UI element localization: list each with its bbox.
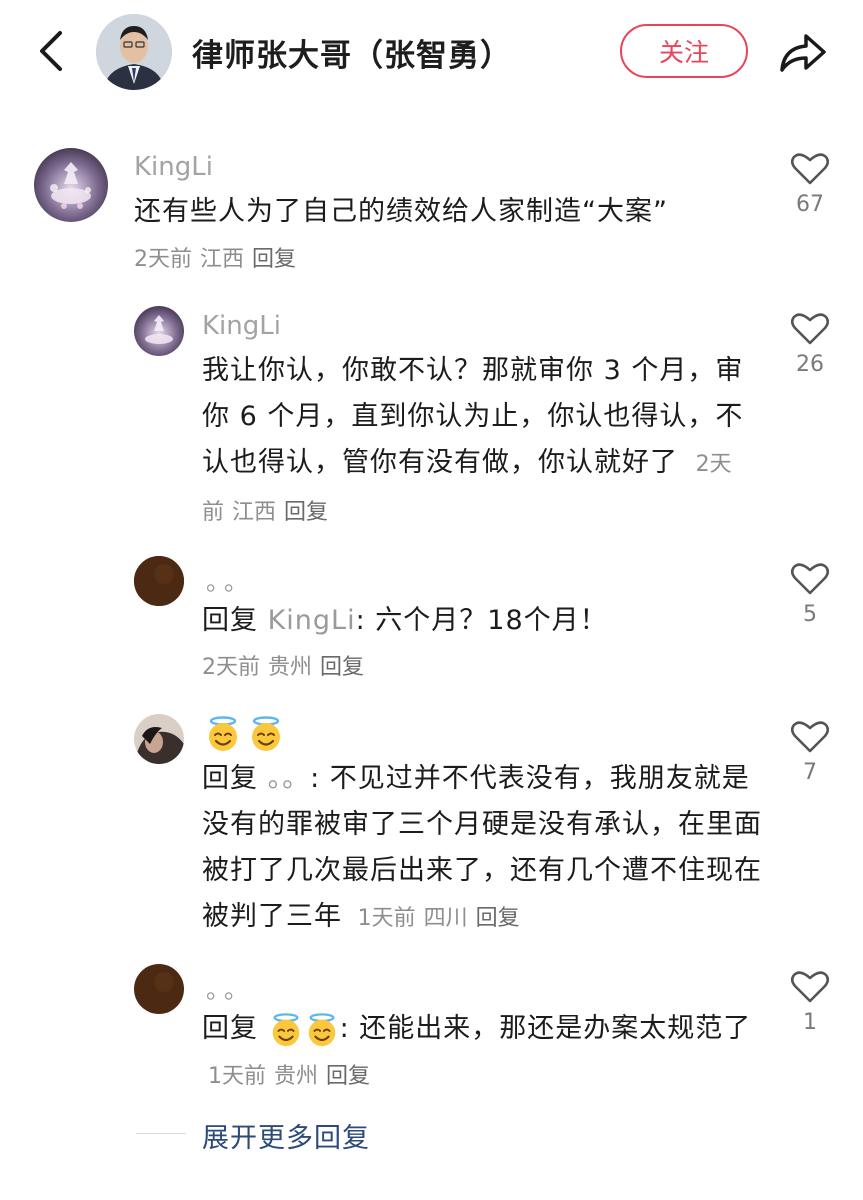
reply-prefix: 回复 (202, 763, 258, 794)
reply-to-username[interactable]: KingLi (268, 605, 356, 636)
back-button[interactable] (30, 27, 74, 75)
like-button[interactable]: 5 (780, 560, 840, 627)
comment-location: 贵州 (268, 655, 313, 680)
reply-button[interactable]: 回复 (476, 906, 520, 931)
reply-prefix: 回复 (202, 1013, 258, 1044)
comment-location: 四川 (423, 906, 468, 931)
comment-time: 2天前 (134, 247, 192, 272)
avatar-image (34, 148, 108, 222)
top-bar: 律师张大哥（张智勇） 关注 (0, 0, 863, 110)
comment-text: 回复 : 还能出来，那还是办案太规范了 1天前 贵州 回复 (202, 1006, 762, 1100)
like-button[interactable]: 1 (780, 968, 840, 1035)
user-avatar[interactable] (134, 964, 184, 1014)
comment-body: 我让你认，你敢不认？那就审你 3 个月，审你 6 个月，直到你认为止，你认也得认… (202, 355, 744, 478)
comment-time: 1天前 (357, 906, 416, 931)
comment-meta: 1天前 贵州 回复 (208, 1064, 378, 1089)
comment-meta: 1天前 四川 回复 (358, 906, 528, 931)
heart-icon (790, 313, 830, 345)
author-name: 律师张大哥（张智勇） (192, 38, 512, 74)
like-count: 5 (803, 602, 817, 627)
comment-time: 2天前 (202, 655, 260, 680)
expand-divider (136, 1133, 186, 1134)
comment-page: 律师张大哥（张智勇） 关注 KingLi 还有些人为了自己的绩效给人家制造“大案… (0, 0, 863, 1200)
comment-meta: 2天前 江西 回复 (134, 240, 304, 280)
comment-text: 回复 KingLi: 六个月？18个月！ (202, 598, 762, 644)
user-avatar[interactable] (34, 148, 108, 222)
comment-location: 江西 (200, 247, 245, 272)
comment-username[interactable]: 。。 (206, 562, 254, 597)
share-arrow-icon (780, 34, 826, 72)
chevron-left-icon (40, 31, 62, 71)
comment-username[interactable]: KingLi (134, 152, 213, 182)
comment-meta: 2天前 贵州 回复 (202, 648, 372, 688)
comment-time: 1天前 (208, 1064, 266, 1089)
reply-button[interactable]: 回复 (252, 247, 296, 272)
author-avatar[interactable] (96, 14, 172, 90)
comment-location: 贵州 (274, 1064, 319, 1089)
reply-button[interactable]: 回复 (326, 1064, 370, 1089)
share-button[interactable] (778, 28, 828, 76)
heart-icon (790, 563, 830, 595)
like-button[interactable]: 67 (780, 150, 840, 217)
comment-text: 回复 。。: 不见过并不代表没有，我朋友就是没有的罪被审了三个月硬是没有承认，在… (202, 756, 762, 942)
comment-location: 江西 (232, 500, 277, 525)
reply-to-username[interactable]: 。。 (268, 763, 311, 794)
comment-text: 我让你认，你敢不认？那就审你 3 个月，审你 6 个月，直到你认为止，你认也得认… (202, 348, 750, 536)
like-button[interactable]: 7 (780, 718, 840, 785)
comment-username[interactable] (204, 715, 285, 755)
halo-smile-emoji[interactable] (268, 1012, 304, 1048)
like-count: 67 (796, 192, 824, 217)
user-avatar[interactable] (134, 714, 184, 764)
halo-smile-emoji (209, 716, 237, 751)
user-avatar[interactable] (134, 556, 184, 606)
like-count: 26 (796, 352, 824, 377)
reply-button[interactable]: 回复 (320, 655, 364, 680)
heart-icon (790, 971, 830, 1003)
reply-button[interactable]: 回复 (284, 500, 328, 525)
like-count: 1 (803, 1010, 817, 1035)
like-count: 7 (803, 760, 817, 785)
expand-more-replies-button[interactable]: 展开更多回复 (202, 1116, 370, 1155)
comment-username[interactable]: 。。 (206, 970, 254, 1005)
like-button[interactable]: 26 (780, 310, 840, 377)
avatar-image (134, 714, 184, 764)
comment-text: 还有些人为了自己的绩效给人家制造“大案” (134, 196, 668, 227)
avatar-image (134, 964, 184, 1014)
halo-smile-emoji (252, 716, 281, 751)
comment-username[interactable]: KingLi (202, 311, 281, 341)
avatar-image (134, 306, 184, 356)
reply-prefix: 回复 (202, 605, 258, 636)
user-avatar[interactable] (134, 306, 184, 356)
heart-icon (790, 153, 830, 185)
author-photo (96, 14, 172, 90)
heart-icon (790, 721, 830, 753)
avatar-image (134, 556, 184, 606)
comment-body: : 六个月？18个月！ (355, 605, 608, 636)
halo-smile-emoji[interactable] (304, 1012, 340, 1048)
follow-button[interactable]: 关注 (620, 24, 748, 78)
comment-body: : 还能出来，那还是办案太规范了 (339, 1013, 752, 1044)
